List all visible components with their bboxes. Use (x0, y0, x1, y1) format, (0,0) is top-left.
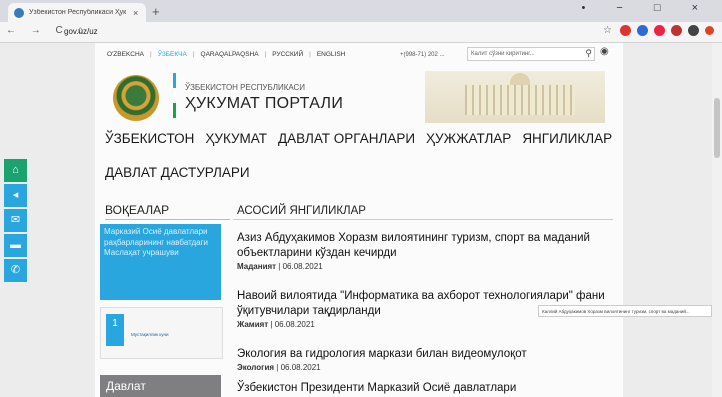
calendar-label: Мустақиллик куни (131, 332, 169, 337)
divider (233, 219, 613, 220)
news-date: 06.08.2021 (282, 262, 323, 271)
news-headline[interactable]: Ўзбекистон Президенти Марказий Осиё давл… (237, 381, 607, 396)
tab-title: Ўзбекистон Республикаси Ҳук (29, 9, 127, 16)
mail-icon[interactable]: ✉ (4, 209, 27, 232)
link-tooltip: Каллий Абдуҳакимов Хоразм вилоятининг ту… (538, 305, 712, 317)
page-scrollbar[interactable] (712, 43, 722, 397)
lang-karakalpak[interactable]: QARAQALPAQSHA (201, 51, 259, 58)
phone-icon[interactable]: ✆ (4, 259, 27, 282)
menu-item-state-programs[interactable]: ДАВЛАТ ДАСТУРЛАРИ (105, 165, 250, 180)
browser-toolbar: ← → C ⌂ gov.uz/uz ☆ (0, 22, 722, 43)
window-controls[interactable]: • − □ × (581, 2, 712, 14)
extension-icon[interactable] (671, 25, 682, 36)
language-switcher: O'ZBEKCHA | ЎЗБЕКЧА | QARAQALPAQSHA | РУ… (107, 51, 346, 58)
news-category[interactable]: Жамият (237, 320, 268, 329)
accessibility-sidebar: ⌂ ◂ ✉ ▬ ✆ (4, 159, 27, 284)
calendar-card[interactable]: 1 Мустақиллик куни (100, 307, 223, 359)
web-page: ⌂ ◂ ✉ ▬ ✆ O'ZBEKCHA | ЎЗБЕКЧА | QARAQALP… (0, 43, 712, 397)
divider (105, 219, 230, 220)
profile-avatar[interactable] (705, 26, 714, 35)
new-tab-button[interactable]: + (152, 4, 160, 19)
lang-russian[interactable]: РУССКИЙ (272, 51, 303, 58)
news-item[interactable]: Ўзбекистон Президенти Марказий Осиё давл… (237, 381, 607, 396)
menu-item-government[interactable]: ҲУКУМАТ (205, 131, 267, 146)
news-category[interactable]: Маданият (237, 262, 276, 271)
state-card[interactable]: Давлат (100, 375, 221, 397)
header-subtitle: ЎЗБЕКИСТОН РЕСПУБЛИКАСИ (185, 83, 306, 92)
lang-uz-latin[interactable]: O'ZBEKCHA (107, 51, 144, 58)
lang-english[interactable]: ENGLISH (317, 51, 346, 58)
share-icon[interactable]: ◂ (4, 184, 27, 207)
address-bar[interactable]: gov.uz/uz (64, 27, 98, 36)
news-item[interactable]: Азиз Абдуҳакимов Хоразм вилоятининг тури… (237, 231, 607, 271)
site-favicon-icon (14, 7, 24, 18)
news-headline[interactable]: Экология ва гидрология маркази билан вид… (237, 347, 607, 362)
state-emblem-logo[interactable] (113, 75, 159, 121)
menu-item-uzbekistan[interactable]: ЎЗБЕКИСТОН (105, 131, 194, 146)
lang-uz-cyrillic[interactable]: ЎЗБЕКЧА (158, 51, 187, 58)
news-headline[interactable]: Азиз Абдуҳакимов Хоразм вилоятининг тури… (237, 231, 607, 261)
news-item[interactable]: Экология ва гидрология маркази билан вид… (237, 347, 607, 372)
browser-tab[interactable]: Ўзбекистон Республикаси Ҳук × (8, 3, 146, 22)
news-date: 06.08.2021 (274, 320, 315, 329)
news-category[interactable]: Экология (237, 363, 274, 372)
event-card[interactable]: Марказий Осиё давлатлари раҳбарларининг … (100, 224, 221, 300)
calendar-day: 1 (106, 314, 124, 346)
site-content: O'ZBEKCHA | ЎЗБЕКЧА | QARAQALPAQSHA | РУ… (95, 43, 623, 397)
search-icon[interactable]: ⚲ (585, 48, 592, 59)
extension-icon[interactable] (654, 25, 665, 36)
flag-stripe (173, 73, 176, 118)
main-menu: ЎЗБЕКИСТОН ҲУКУМАТ ДАВЛАТ ОРГАНЛАРИ ҲУЖЖ… (105, 131, 612, 146)
news-date: 06.08.2021 (280, 363, 321, 372)
extension-icon[interactable] (688, 25, 699, 36)
chat-icon[interactable]: ▬ (4, 234, 27, 257)
site-search-input[interactable]: Калит сўзни киритинг... ⚲ (467, 47, 595, 61)
phone-number: +(998-71) 202 ... (400, 52, 445, 58)
menu-item-news[interactable]: ЯНГИЛИКЛАР (522, 131, 612, 146)
tab-close-icon[interactable]: × (133, 8, 138, 18)
home-icon[interactable]: ⌂ (4, 159, 27, 182)
extensions: ☆ (603, 25, 714, 36)
bookmark-star-icon[interactable]: ☆ (603, 25, 614, 36)
extension-icon[interactable] (620, 25, 631, 36)
extension-icon[interactable] (637, 25, 648, 36)
events-heading: ВОҚЕАЛАР (105, 203, 170, 217)
news-heading: АСОСИЙ ЯНГИЛИКЛАР (237, 205, 366, 217)
scrollbar-thumb[interactable] (714, 98, 720, 158)
browser-tab-bar: Ўзбекистон Республикаси Ҳук × + • − □ × (0, 0, 722, 22)
visibility-eye-icon[interactable]: ◉ (600, 46, 609, 57)
menu-item-documents[interactable]: ҲУЖЖАТЛАР (426, 131, 511, 146)
header-title: ҲУКУМАТ ПОРТАЛИ (185, 95, 344, 112)
menu-item-state-bodies[interactable]: ДАВЛАТ ОРГАНЛАРИ (278, 131, 415, 146)
government-building-image (425, 71, 605, 123)
